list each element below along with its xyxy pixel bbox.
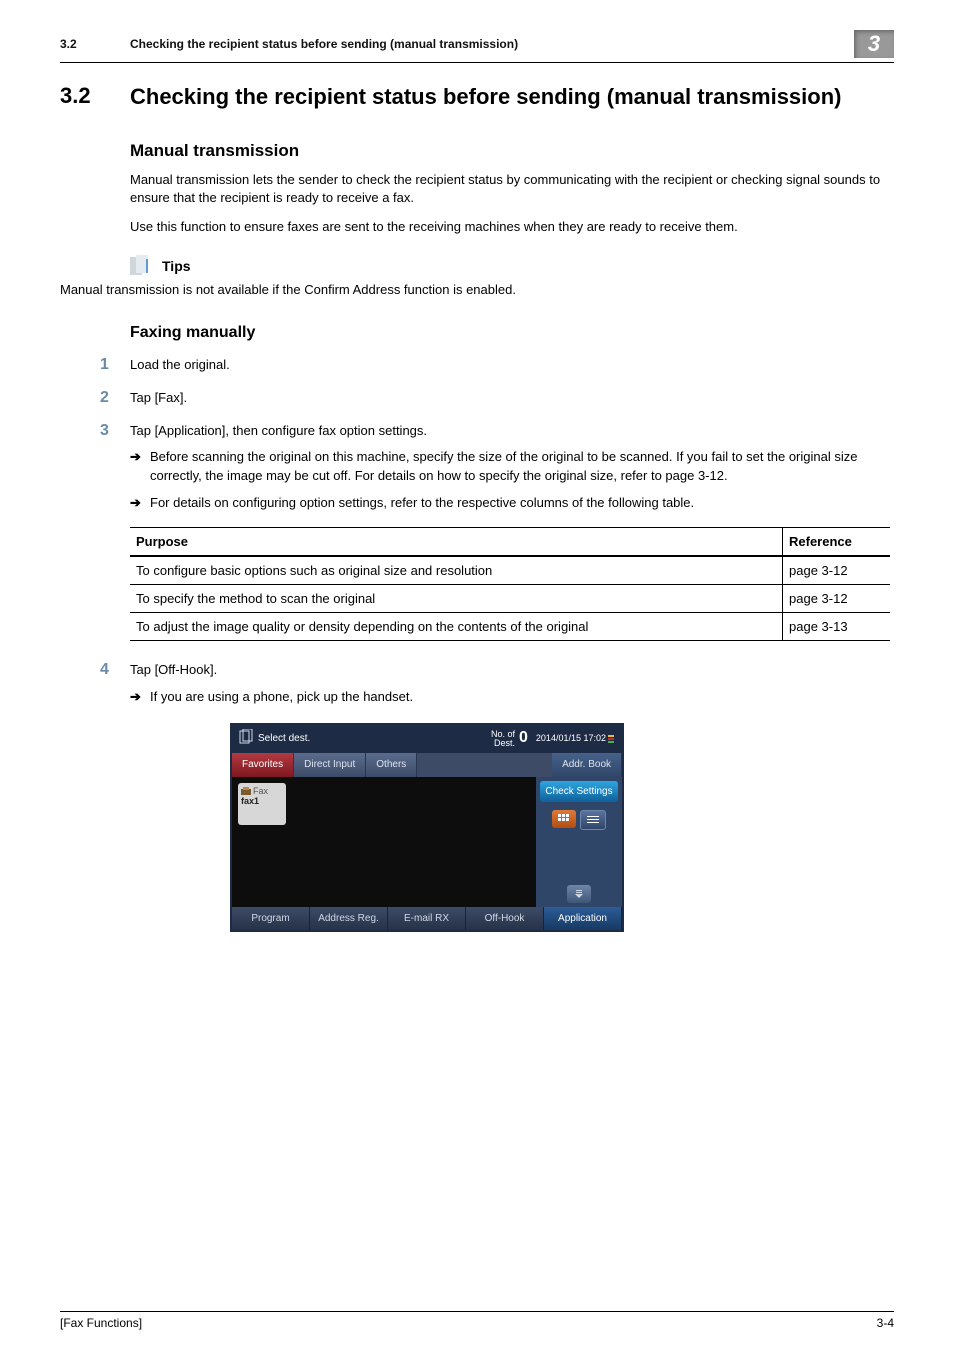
no-of-dest-label: No. of Dest. — [491, 729, 515, 748]
header-section-number: 3.2 — [60, 37, 130, 51]
tab-others[interactable]: Others — [366, 753, 417, 777]
fax-name: fax1 — [241, 796, 283, 806]
cell-purpose: To specify the method to scan the origin… — [130, 584, 783, 612]
table-header-row: Purpose Reference — [130, 527, 890, 556]
memory-icon — [608, 735, 616, 743]
doc-icon — [238, 729, 254, 748]
heading3-faxing: Faxing manually — [130, 324, 894, 342]
email-rx-button[interactable]: E-mail RX — [388, 907, 466, 930]
cell-reference: page 3-12 — [783, 584, 891, 612]
step-text-2: Tap [Fax]. — [130, 389, 894, 408]
off-hook-button[interactable]: Off-Hook — [466, 907, 544, 930]
chapter-badge: 3 — [854, 30, 894, 58]
col-reference: Reference — [783, 527, 891, 556]
footer-left: [Fax Functions] — [60, 1316, 142, 1330]
view-list-icon[interactable] — [580, 810, 606, 830]
paragraph: Use this function to ensure faxes are se… — [130, 218, 894, 237]
tab-favorites[interactable]: Favorites — [232, 753, 294, 777]
fax-destination-card[interactable]: Fax fax1 — [238, 783, 286, 825]
device-screenshot: Select dest. No. of Dest. 0 2014/01/15 1… — [230, 723, 624, 932]
step3-sub2: For details on configuring option settin… — [150, 494, 894, 513]
application-button[interactable]: Application — [544, 907, 622, 930]
tips-text: Manual transmission is not available if … — [60, 281, 894, 300]
heading1-text: Checking the recipient status before sen… — [130, 83, 841, 111]
step-number-3: 3 — [100, 422, 130, 513]
step-text-3: Tap [Application], then configure fax op… — [130, 422, 894, 441]
fax-type-label: Fax — [253, 786, 268, 796]
tips-icon — [130, 255, 156, 277]
table-row: To adjust the image quality or density d… — [130, 612, 890, 640]
program-button[interactable]: Program — [232, 907, 310, 930]
step-text-1: Load the original. — [130, 356, 894, 375]
step4-sub1: If you are using a phone, pick up the ha… — [150, 688, 894, 707]
table-row: To configure basic options such as origi… — [130, 556, 890, 585]
arrow-icon: ➔ — [130, 688, 150, 707]
cell-reference: page 3-13 — [783, 612, 891, 640]
col-purpose: Purpose — [130, 527, 783, 556]
table-row: To specify the method to scan the origin… — [130, 584, 890, 612]
header-title: Checking the recipient status before sen… — [130, 37, 854, 51]
heading1-number: 3.2 — [60, 83, 130, 109]
footer-right: 3-4 — [877, 1316, 894, 1330]
step-number-2: 2 — [100, 389, 130, 408]
step-text-4: Tap [Off-Hook]. — [130, 661, 894, 680]
cell-purpose: To configure basic options such as origi… — [130, 556, 783, 585]
arrow-icon: ➔ — [130, 494, 150, 513]
step3-sub1: Before scanning the original on this mac… — [150, 448, 894, 486]
tab-addr-book[interactable]: Addr. Book — [552, 753, 622, 777]
step-number-4: 4 — [100, 661, 130, 707]
tips-label: Tips — [162, 258, 191, 274]
view-grid-icon[interactable] — [552, 810, 576, 828]
arrow-icon: ➔ — [130, 448, 150, 486]
reference-table: Purpose Reference To configure basic opt… — [130, 527, 890, 641]
check-settings-button[interactable]: Check Settings — [540, 781, 618, 802]
step-number-1: 1 — [100, 356, 130, 375]
no-of-dest-value: 0 — [519, 730, 528, 746]
address-reg-button[interactable]: Address Reg. — [310, 907, 388, 930]
header-rule — [60, 62, 894, 63]
tab-direct-input[interactable]: Direct Input — [294, 753, 366, 777]
cell-reference: page 3-12 — [783, 556, 891, 585]
device-datetime: 2014/01/15 17:02 — [536, 733, 606, 743]
heading2-manual: Manual transmission — [130, 141, 894, 161]
scroll-down-icon[interactable] — [567, 885, 591, 903]
select-dest-label: Select dest. — [258, 733, 310, 744]
paragraph: Manual transmission lets the sender to c… — [130, 171, 894, 209]
cell-purpose: To adjust the image quality or density d… — [130, 612, 783, 640]
